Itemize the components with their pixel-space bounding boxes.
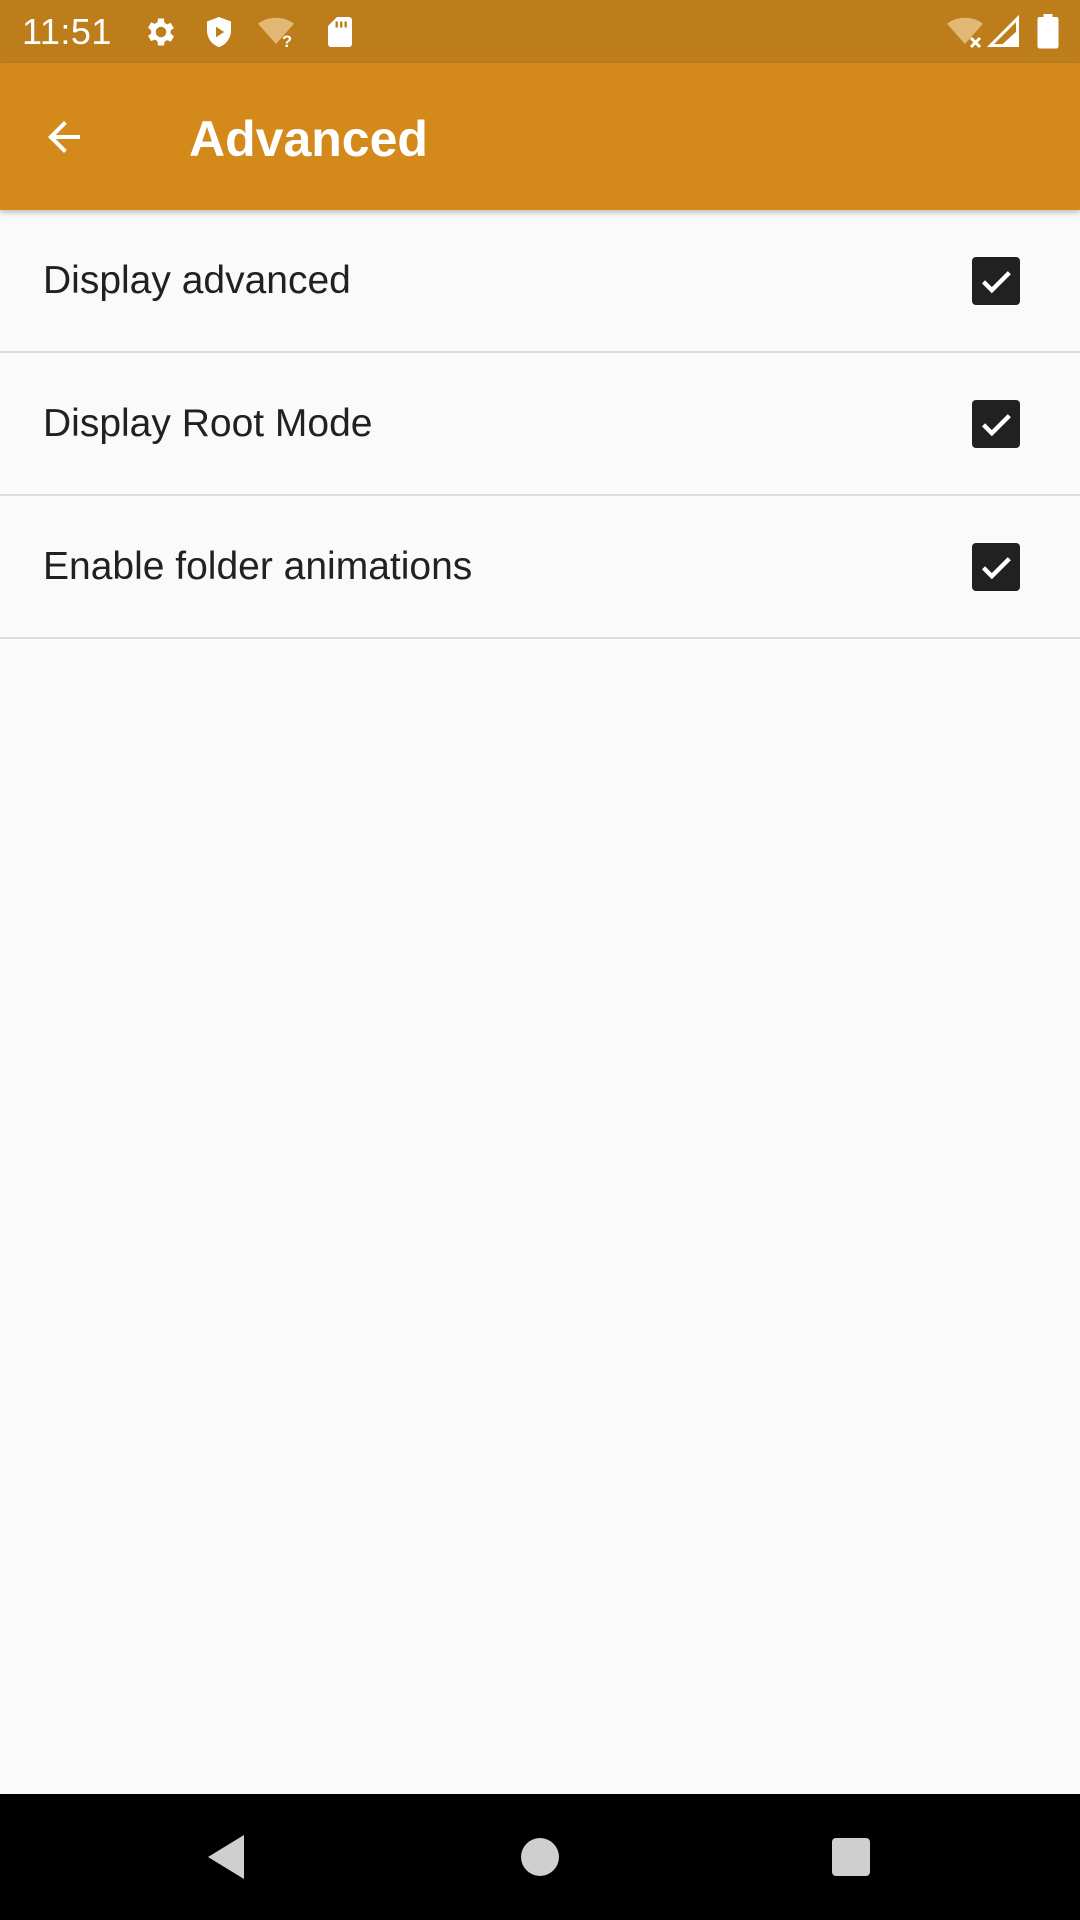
checkmark-icon: [981, 413, 1011, 436]
nav-back-button[interactable]: [194, 1825, 258, 1889]
checkmark-icon: [981, 270, 1011, 293]
shield-play-icon: [201, 14, 237, 50]
status-bar: 11:51 ?: [0, 0, 1080, 63]
home-circle-icon: [521, 1838, 559, 1876]
arrow-left-icon: [48, 121, 80, 153]
pref-enable-folder-animations[interactable]: Enable folder animations: [0, 496, 1080, 639]
sd-card-icon: [322, 14, 358, 50]
battery-icon: [1036, 14, 1060, 50]
back-button[interactable]: [32, 105, 96, 169]
recents-square-icon: [832, 1838, 870, 1876]
checkmark-icon: [981, 556, 1011, 579]
svg-text:?: ?: [282, 33, 292, 50]
pref-display-root-mode[interactable]: Display Root Mode: [0, 353, 1080, 496]
page-title: Advanced: [189, 111, 428, 167]
navigation-bar: [0, 1794, 1080, 1920]
pref-label: Enable folder animations: [43, 544, 473, 588]
nav-home-button[interactable]: [508, 1825, 572, 1889]
wifi-x-icon: [945, 14, 985, 50]
wifi-question-icon: ?: [256, 14, 296, 51]
pref-label: Display advanced: [43, 258, 351, 302]
cell-signal-icon: [986, 14, 1022, 50]
status-time: 11:51: [22, 11, 112, 52]
back-triangle-icon: [208, 1835, 244, 1879]
settings-list: Display advanced Display Root Mode Enabl…: [0, 210, 1080, 639]
pref-label: Display Root Mode: [43, 401, 373, 445]
settings-gear-icon: [143, 14, 179, 50]
screen: 11:51 ? Advanced Display advanced Displa…: [0, 0, 1080, 1920]
enable-folder-animations-checkbox[interactable]: [972, 542, 1020, 591]
app-bar: Advanced: [0, 63, 1080, 210]
display-advanced-checkbox[interactable]: [972, 256, 1020, 305]
nav-recents-button[interactable]: [819, 1825, 883, 1889]
display-root-mode-checkbox[interactable]: [972, 399, 1020, 448]
pref-display-advanced[interactable]: Display advanced: [0, 210, 1080, 353]
